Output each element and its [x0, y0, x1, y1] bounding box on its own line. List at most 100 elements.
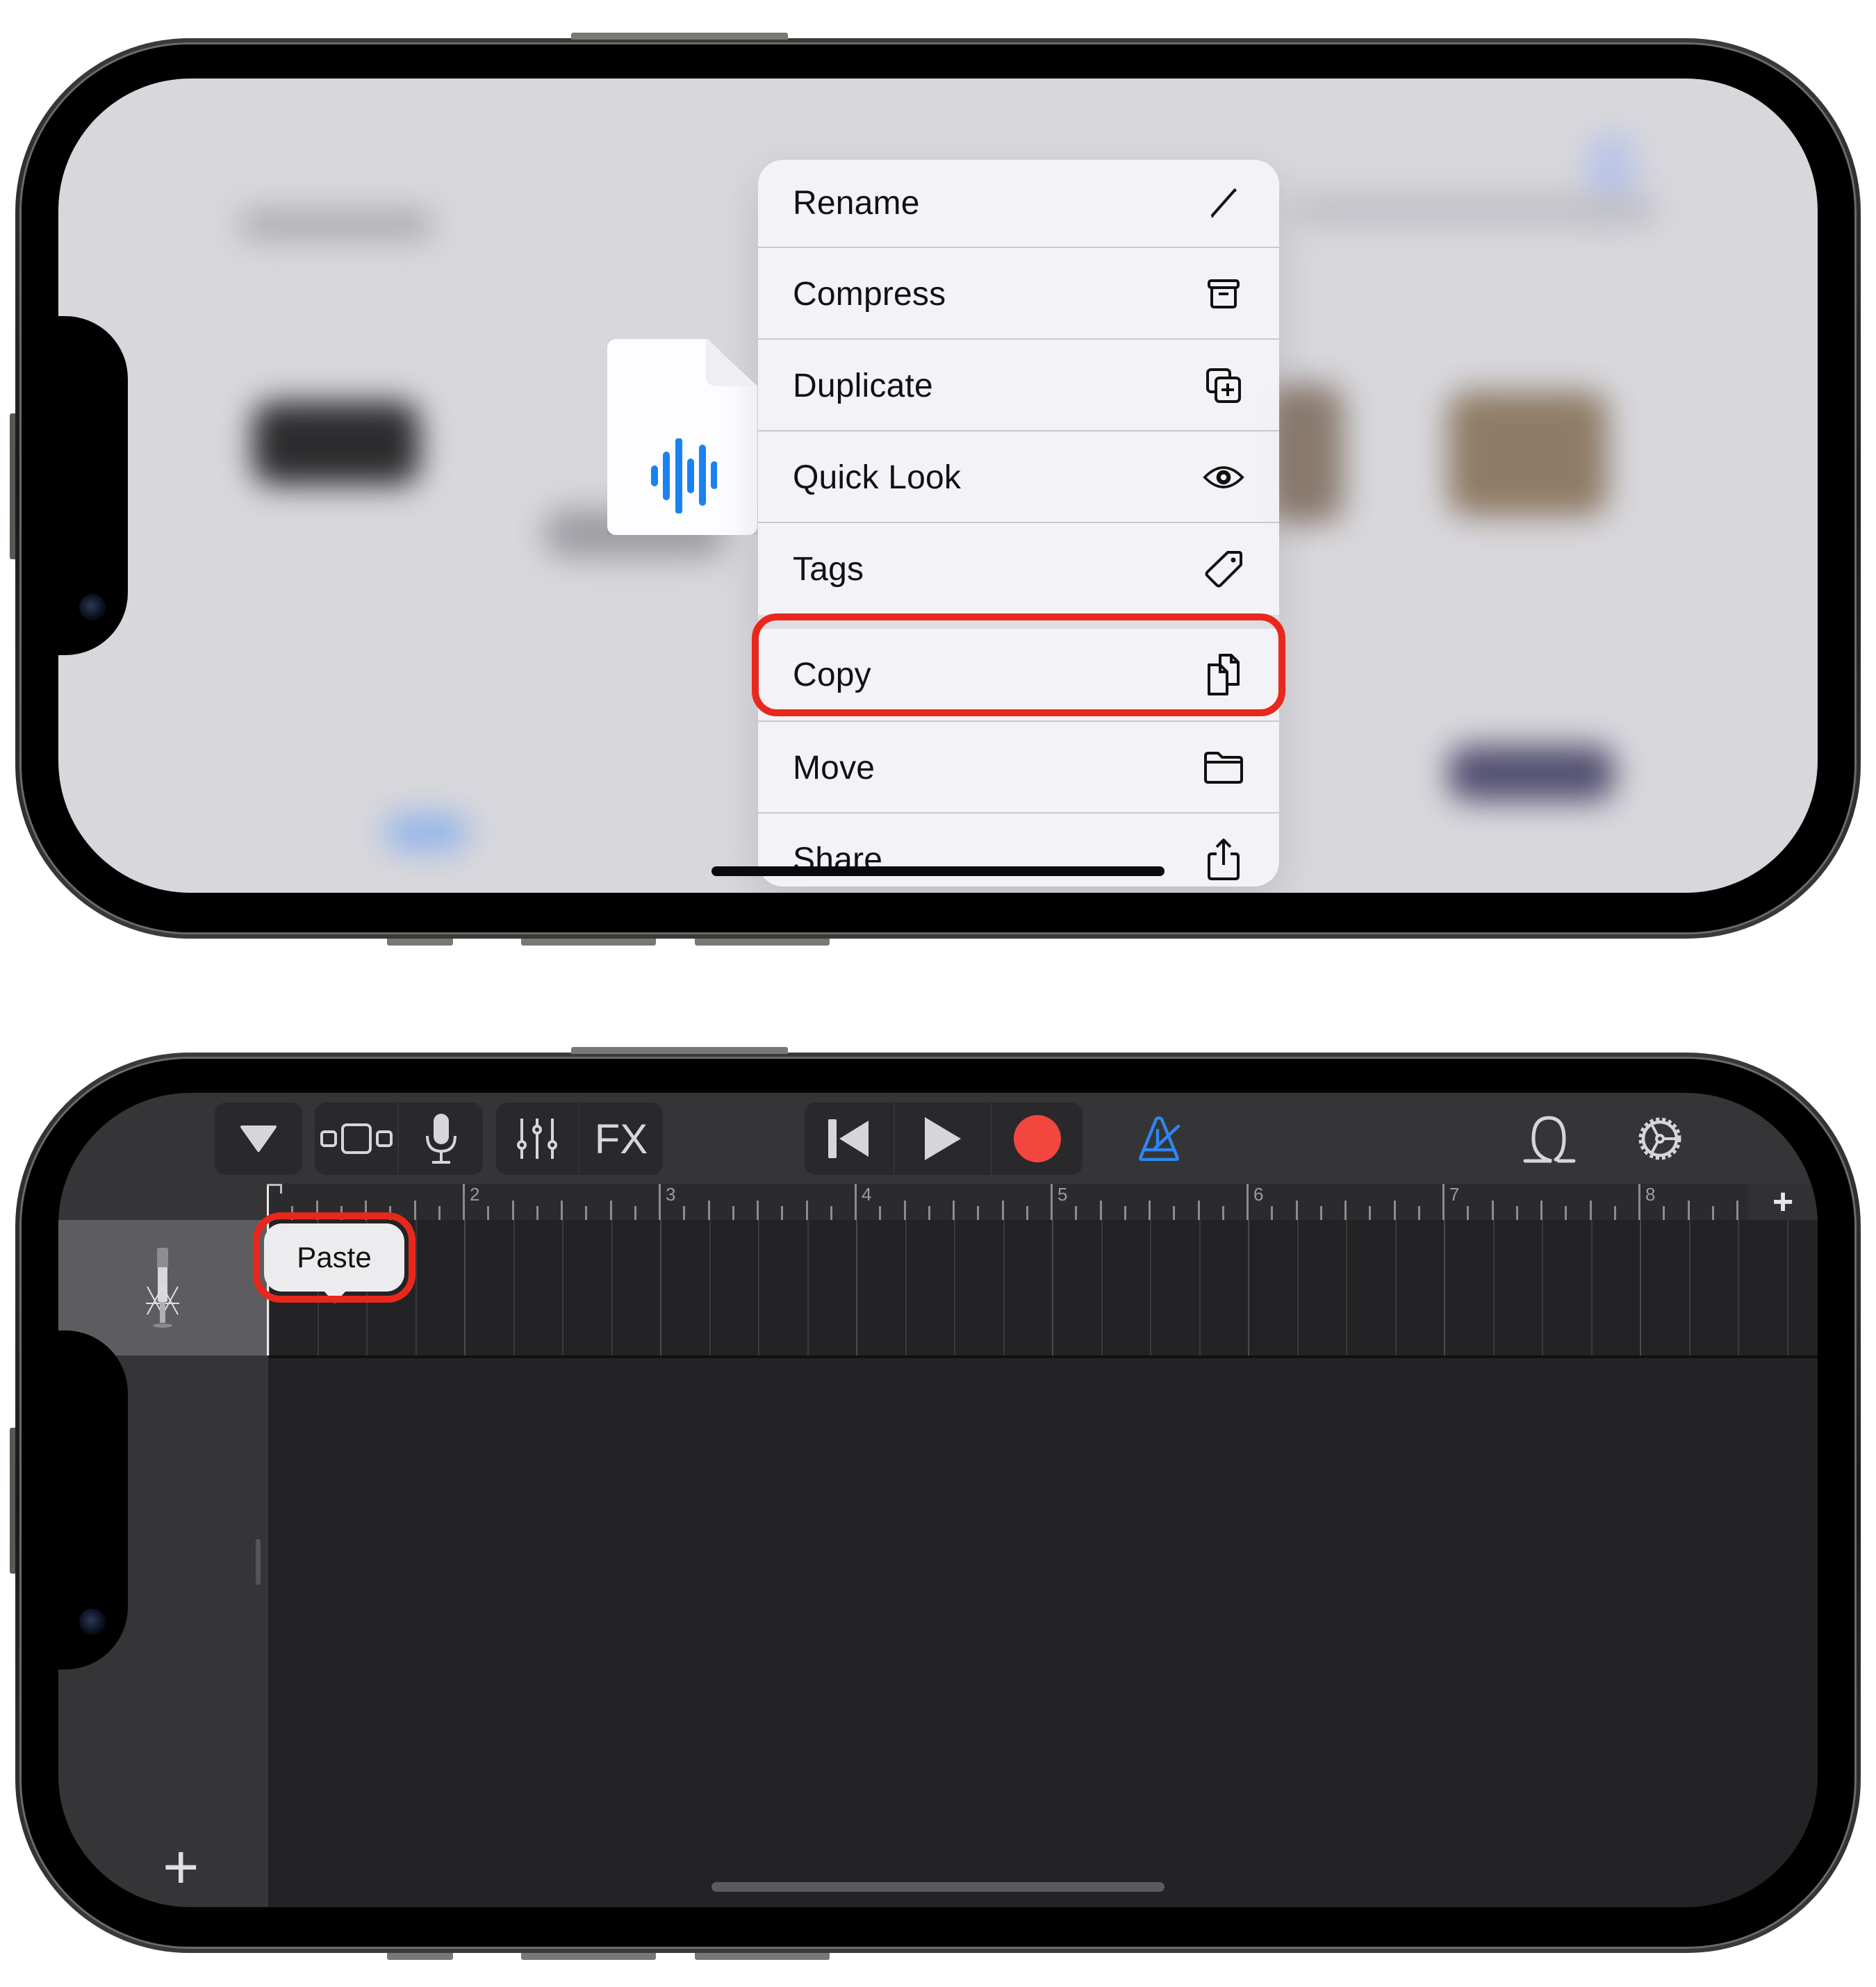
- menu-item-quick-look[interactable]: Quick Look: [758, 431, 1279, 523]
- ruler-bar-line: [1638, 1184, 1640, 1220]
- ruler-bar-line: [855, 1184, 857, 1220]
- garageband-screen: FX 2 3 4 5 6 7 8 + Paste +: [58, 1093, 1818, 1907]
- annotation-highlight-paste: [253, 1212, 415, 1303]
- ruler-tick: [1344, 1201, 1347, 1220]
- menu-item-label: Compress: [793, 275, 946, 313]
- menu-item-label: Duplicate: [793, 367, 933, 404]
- duplicate-plus-icon: [1203, 365, 1244, 406]
- ruler-tick: [1393, 1201, 1396, 1220]
- ruler-tick: [511, 1201, 514, 1220]
- ruler-tick: [781, 1206, 784, 1220]
- ruler-tick: [1124, 1206, 1126, 1220]
- play-button[interactable]: [895, 1103, 992, 1175]
- microphone-icon: [425, 1114, 456, 1164]
- ruler-tick: [879, 1206, 882, 1220]
- ruler-tick: [1589, 1201, 1592, 1220]
- ruler-tick: [1271, 1206, 1274, 1220]
- grid-line: [1786, 1220, 1788, 1355]
- ruler-tick: [1736, 1201, 1738, 1220]
- grid-line: [1199, 1220, 1201, 1355]
- ruler-bar-label: 4: [862, 1184, 872, 1205]
- ruler-tick: [1149, 1201, 1151, 1220]
- playhead-handle[interactable]: [267, 1184, 282, 1194]
- folder-icon: [1203, 747, 1244, 789]
- menu-item-label: Tags: [793, 550, 864, 588]
- mixer-button[interactable]: [496, 1103, 579, 1175]
- grid-line: [709, 1220, 711, 1355]
- front-camera: [79, 1608, 106, 1635]
- grid-line: [758, 1220, 759, 1355]
- track-lane[interactable]: [268, 1220, 1818, 1355]
- ruler-bar-line: [1246, 1184, 1249, 1220]
- grid-line: [1052, 1220, 1053, 1355]
- menu-item-tags[interactable]: Tags: [758, 523, 1279, 615]
- ruler-tick: [977, 1206, 980, 1220]
- add-track-button[interactable]: +: [163, 1836, 199, 1899]
- record-button[interactable]: [992, 1103, 1083, 1175]
- go-to-beginning-button[interactable]: [805, 1103, 895, 1175]
- ruler-tick: [634, 1206, 636, 1220]
- sliders-icon: [517, 1119, 557, 1159]
- gear-icon: [1638, 1117, 1681, 1160]
- hardware-button: [521, 1953, 656, 1960]
- menu-item-move[interactable]: Move: [758, 722, 1279, 814]
- menu-item-label: Rename: [793, 184, 920, 222]
- track-header-resize-handle[interactable]: [256, 1539, 261, 1585]
- eye-icon: [1203, 456, 1244, 498]
- timeline-ruler[interactable]: 2 3 4 5 6 7 8: [267, 1184, 1818, 1220]
- ruler-tick: [1319, 1206, 1322, 1220]
- menu-item-duplicate[interactable]: Duplicate: [758, 340, 1279, 431]
- ruler-bar-line: [1442, 1184, 1445, 1220]
- ruler-tick: [487, 1206, 490, 1220]
- add-section-button[interactable]: +: [1748, 1184, 1818, 1220]
- play-icon: [925, 1117, 961, 1160]
- dynamic-island-notch: [58, 1330, 128, 1669]
- tracks-area[interactable]: [268, 1358, 1818, 1907]
- phone-frame-top: Rename Compress Duplicate Quick Look Tag…: [10, 33, 1861, 946]
- hardware-button: [10, 1428, 15, 1574]
- file-fold-corner: [706, 339, 757, 386]
- home-indicator[interactable]: [711, 866, 1165, 876]
- ruler-tick: [1197, 1201, 1200, 1220]
- ruler-tick: [438, 1206, 441, 1220]
- ruler-bar-line: [463, 1184, 465, 1220]
- view-toggle-button[interactable]: [315, 1103, 399, 1175]
- hardware-button: [387, 939, 453, 946]
- tag-icon: [1203, 548, 1244, 590]
- grid-line: [464, 1220, 466, 1355]
- ruler-bar-label: 7: [1449, 1184, 1460, 1205]
- menu-item-compress[interactable]: Compress: [758, 248, 1279, 340]
- menu-item-label: Quick Look: [793, 459, 962, 496]
- hardware-button: [387, 1953, 453, 1960]
- archivebox-icon: [1203, 273, 1244, 315]
- ruler-bar-label: 5: [1058, 1184, 1068, 1205]
- skip-back-icon: [828, 1119, 869, 1158]
- grid-line: [1492, 1220, 1495, 1355]
- menu-item-rename[interactable]: Rename: [758, 160, 1279, 249]
- hardware-button: [695, 1953, 830, 1960]
- ruler-tick: [1173, 1206, 1176, 1220]
- phone-frame-bottom: FX 2 3 4 5 6 7 8 + Paste +: [10, 1047, 1861, 1960]
- settings-button[interactable]: [1622, 1103, 1698, 1175]
- instrument-mic-button[interactable]: [399, 1103, 483, 1175]
- grid-line: [611, 1220, 613, 1355]
- grid-line: [513, 1220, 515, 1355]
- ruler-tick: [805, 1201, 808, 1220]
- condenser-microphone-icon: [146, 1248, 179, 1328]
- loop-browser-button[interactable]: [1511, 1103, 1587, 1175]
- tracks-menu-button[interactable]: [215, 1103, 302, 1175]
- metronome-icon: [1139, 1116, 1180, 1161]
- fx-button[interactable]: FX: [579, 1103, 663, 1175]
- ruler-tick: [1417, 1206, 1420, 1220]
- ruler-tick: [928, 1206, 930, 1220]
- grid-line: [660, 1220, 661, 1355]
- metronome-button[interactable]: [1128, 1103, 1191, 1175]
- audio-waveform-file-icon: [651, 438, 717, 513]
- ruler-tick: [732, 1206, 734, 1220]
- record-icon: [1014, 1115, 1061, 1162]
- ruler-bar-label: 6: [1253, 1184, 1264, 1205]
- grid-line: [1738, 1220, 1739, 1355]
- home-indicator[interactable]: [711, 1882, 1165, 1892]
- ruler-tick: [1687, 1201, 1690, 1220]
- ruler-tick: [1540, 1201, 1542, 1220]
